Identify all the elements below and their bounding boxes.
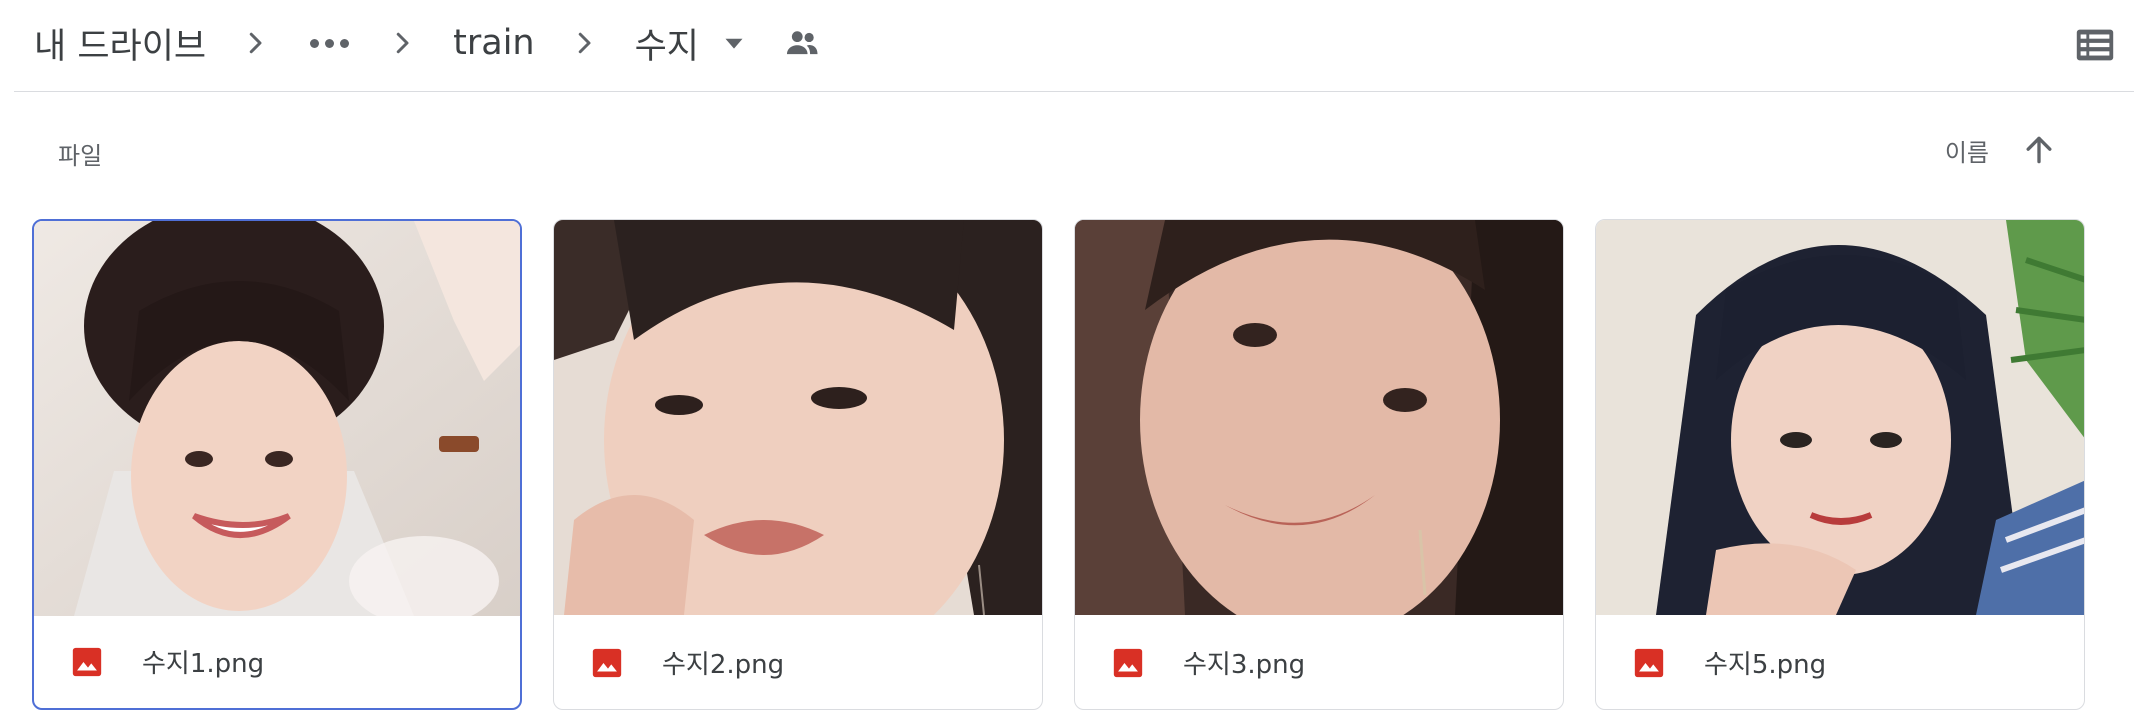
sort-by-name-button[interactable]: 이름 — [1945, 133, 1989, 168]
breadcrumb-current-folder[interactable]: 수지 — [635, 18, 699, 69]
caret-down-icon[interactable] — [717, 26, 751, 60]
file-name: 수지1.png — [142, 649, 265, 679]
file-card[interactable]: 수지5.png — [1595, 219, 2085, 710]
chevron-right-icon — [569, 28, 599, 58]
file-card-footer: 수지2.png — [554, 616, 1042, 709]
file-card-footer: 수지5.png — [1596, 616, 2084, 709]
list-view-icon[interactable] — [2072, 22, 2118, 68]
toolbar: 내 드라이브 train 수지 — [0, 0, 2134, 90]
file-card[interactable]: 수지3.png — [1074, 219, 1564, 710]
file-thumbnail — [34, 221, 520, 616]
people-icon — [781, 22, 823, 64]
file-thumbnail — [554, 220, 1042, 615]
arrow-up-icon[interactable] — [2019, 130, 2059, 170]
file-card[interactable]: 수지1.png — [32, 219, 522, 710]
image-file-icon — [72, 647, 102, 676]
file-grid: 수지1.png 수지2.png 수지3.png 수지5.png — [32, 219, 2085, 710]
file-name: 수지2.png — [662, 650, 785, 680]
file-card-footer: 수지3.png — [1075, 616, 1563, 709]
chevron-right-icon — [387, 28, 417, 58]
file-thumbnail — [1075, 220, 1563, 615]
image-file-icon — [1634, 648, 1664, 677]
file-card-footer: 수지1.png — [34, 615, 520, 708]
image-file-icon — [1113, 648, 1143, 677]
section-label: 파일 — [58, 142, 103, 170]
breadcrumb-train[interactable]: train — [453, 23, 534, 63]
file-name: 수지5.png — [1704, 650, 1827, 680]
image-file-icon — [592, 648, 622, 677]
toolbar-divider — [14, 91, 2134, 92]
breadcrumb-my-drive[interactable]: 내 드라이브 — [34, 18, 206, 69]
file-thumbnail — [1596, 220, 2084, 615]
sort-control: 이름 — [1945, 130, 2059, 170]
file-card[interactable]: 수지2.png — [553, 219, 1043, 710]
breadcrumb: 내 드라이브 train 수지 — [34, 0, 823, 86]
file-name: 수지3.png — [1183, 650, 1306, 680]
more-horiz-icon[interactable] — [306, 38, 353, 48]
chevron-right-icon — [240, 28, 270, 58]
